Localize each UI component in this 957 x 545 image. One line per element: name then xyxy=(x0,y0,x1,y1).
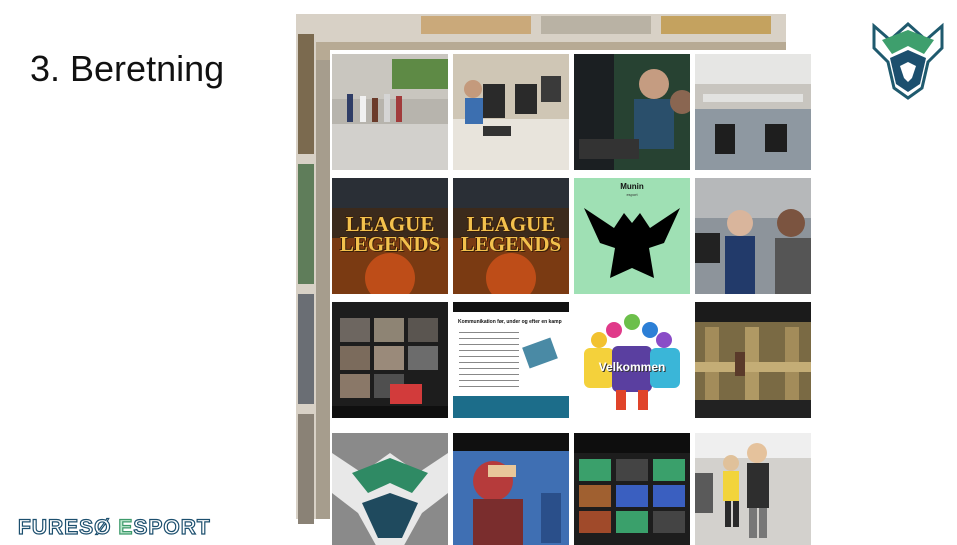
brand-wordmark: FURESØ ESPORT xyxy=(17,515,211,540)
photo-lab-room xyxy=(695,54,811,170)
league-of-legends-logo-1: LEAGUE LEGENDS xyxy=(332,178,448,294)
velkommen-figures: Velkommen xyxy=(574,302,690,418)
photo-video-call-grid xyxy=(332,302,448,418)
velkommen-text: Velkommen xyxy=(598,360,666,374)
photo-classroom-kids xyxy=(695,433,811,545)
brand-first: FURESØ xyxy=(17,515,119,539)
photo-outdoor-group xyxy=(332,54,448,170)
brand-rest: SPORT xyxy=(133,515,211,539)
photo-kids-computers xyxy=(695,178,811,294)
slide-title: 3. Beretning xyxy=(30,48,225,89)
furesoe-esport-logo xyxy=(872,18,944,102)
league-of-legends-logo-2: LEAGUE LEGENDS xyxy=(453,178,569,294)
document-title: Kommunikation før, under og efter en kam… xyxy=(458,319,562,325)
photo-grid: LEAGUE LEGENDS LEAGUE LEGENDS Munin espo… xyxy=(330,50,820,545)
video-call-dark-grid xyxy=(574,433,690,545)
legends-text: LEGENDS xyxy=(339,232,441,256)
photo-fortnite-character xyxy=(453,433,569,545)
brand-e: E xyxy=(118,515,134,539)
photo-computer-room xyxy=(453,54,569,170)
slide: LEAGUE LEGENDS LEAGUE LEGENDS Munin espo… xyxy=(0,0,957,545)
photo-fortnite-build xyxy=(695,302,811,418)
photo-player-pc xyxy=(574,54,690,170)
furesoe-logo-closeup xyxy=(332,433,448,545)
eagle-icon xyxy=(584,208,680,278)
eagle-logo-icon xyxy=(872,21,944,100)
document-slide-communication: Kommunikation før, under og efter en kam… xyxy=(453,302,569,418)
legends-text: LEGENDS xyxy=(460,232,562,256)
munin-eagle-logo: Munin esport xyxy=(574,178,690,294)
